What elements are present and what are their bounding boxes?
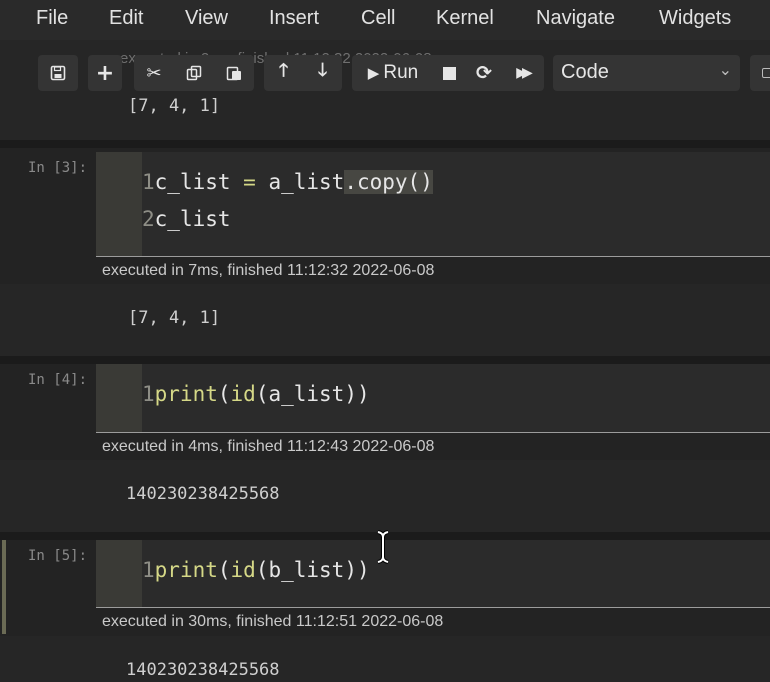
cell-output: [7, 4, 1] xyxy=(128,96,221,116)
cell-separator xyxy=(0,140,770,148)
scissors-icon: ✂ xyxy=(146,62,162,84)
line-gutter xyxy=(96,540,142,607)
line-gutter xyxy=(96,152,142,256)
execution-info: executed in 4ms, finished 11:12:43 2022-… xyxy=(102,438,435,455)
cell-output: [7, 4, 1] xyxy=(128,308,221,328)
chevron-down-icon: ⌄ xyxy=(718,62,732,79)
cell-separator xyxy=(0,356,770,364)
output-area xyxy=(0,284,770,356)
cell-type-value: Code xyxy=(561,61,609,83)
code-editor[interactable]: 1c_list = a_list.copy() 2c_list xyxy=(96,152,770,257)
stop-icon xyxy=(442,66,456,80)
code-editor[interactable]: 1print(id(a_list)) xyxy=(96,364,770,433)
execution-info: executed in 7ms, finished 11:12:32 2022-… xyxy=(102,262,435,279)
cell-output: 140230238425568 xyxy=(126,660,280,680)
menu-cell[interactable]: Cell xyxy=(361,7,395,30)
arrow-up-icon: 🡑 xyxy=(278,60,289,81)
plus-icon: + xyxy=(95,60,115,86)
code-line: 1print(id(b_list)) xyxy=(142,558,370,582)
toolbar-group-insert: + xyxy=(88,55,122,91)
save-button[interactable] xyxy=(38,55,78,91)
play-icon: ▶ xyxy=(367,64,380,82)
move-up-button[interactable]: 🡑 xyxy=(264,55,303,91)
run-label: Run xyxy=(383,62,419,83)
fast-forward-icon: ▶▶ xyxy=(516,65,532,81)
menu-widgets[interactable]: Widgets xyxy=(659,7,731,30)
menu-insert[interactable]: Insert xyxy=(269,7,319,30)
menu-navigate[interactable]: Navigate xyxy=(536,7,615,30)
cell-prompt: In [5]: xyxy=(28,548,88,564)
output-area xyxy=(0,460,770,532)
cell-output: 140230238425568 xyxy=(126,484,280,504)
text-cursor-icon xyxy=(377,530,389,564)
restart-button[interactable]: ⟳ xyxy=(464,55,504,91)
execution-info: executed in 30ms, finished 11:12:51 2022… xyxy=(102,613,444,630)
code-line: 2c_list xyxy=(142,207,231,231)
selected-cell-indicator xyxy=(2,540,6,634)
code-line: 1print(id(a_list)) xyxy=(142,382,370,406)
toolbar-group-save xyxy=(38,55,78,91)
cell-prompt: In [3]: xyxy=(28,160,88,176)
keyboard-shortcuts-button[interactable] xyxy=(750,55,770,91)
move-down-button[interactable]: 🡓 xyxy=(303,55,342,91)
paste-button[interactable] xyxy=(214,55,254,91)
code-editor[interactable]: 1print(id(b_list)) xyxy=(96,540,770,608)
restart-run-all-button[interactable]: ▶▶ xyxy=(504,55,540,91)
menu-kernel[interactable]: Kernel xyxy=(436,7,494,30)
code-line: 1c_list = a_list.copy() xyxy=(142,170,433,194)
toolbar-group-move: 🡑 🡓 xyxy=(264,55,342,91)
save-icon xyxy=(50,65,66,81)
cut-button[interactable]: ✂ xyxy=(134,55,174,91)
menu-edit[interactable]: Edit xyxy=(109,7,143,30)
run-button[interactable]: ▶ Run xyxy=(352,55,434,91)
menu-file[interactable]: File xyxy=(36,7,68,30)
insert-cell-button[interactable]: + xyxy=(88,55,122,91)
paste-icon xyxy=(226,66,241,81)
copy-icon xyxy=(186,65,202,81)
copy-button[interactable] xyxy=(174,55,214,91)
menu-view[interactable]: View xyxy=(185,7,228,30)
output-area xyxy=(0,636,770,682)
menu-bar: File Edit View Insert Cell Kernel Naviga… xyxy=(0,0,770,40)
toolbar-group-run: ▶ Run ⟳ ▶▶ xyxy=(352,55,544,91)
toolbar-group-edit: ✂ xyxy=(134,55,254,91)
line-gutter xyxy=(96,364,142,432)
cell-type-select[interactable]: Code ⌄ xyxy=(553,55,740,91)
arrow-down-icon: 🡓 xyxy=(317,60,328,81)
restart-icon: ⟳ xyxy=(476,62,492,84)
interrupt-button[interactable] xyxy=(434,55,464,91)
keyboard-icon xyxy=(762,68,770,78)
cell-prompt: In [4]: xyxy=(28,372,88,388)
